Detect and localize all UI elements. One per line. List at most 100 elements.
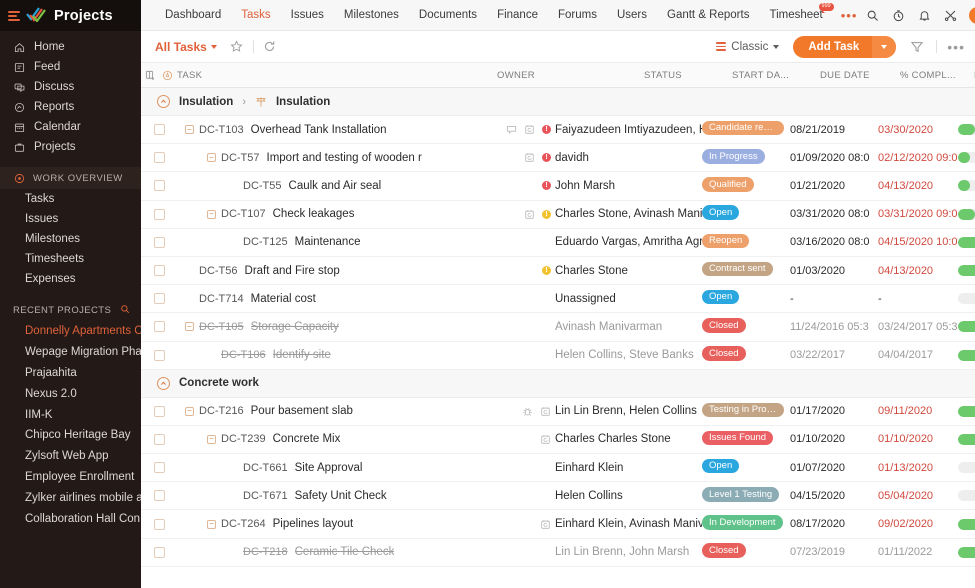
row-checkbox[interactable] [154,209,165,220]
funnel-icon[interactable] [910,40,924,54]
status-cell[interactable]: Reopen [702,234,790,252]
row-checkbox[interactable] [154,462,165,473]
due-date-cell[interactable]: 04/15/2020 10:0 [878,236,958,248]
table-row[interactable]: −DC-T105Storage CapacityAvinash Manivarm… [141,313,975,341]
owner-cell[interactable]: davidh [555,152,702,164]
start-date-cell[interactable]: 03/16/2020 08:0 [790,236,878,248]
owner-cell[interactable]: Charles Stone, Avinash Maniv [555,208,702,220]
due-date-cell[interactable]: 01/13/2020 [878,462,958,474]
row-checkbox[interactable] [154,547,165,558]
due-date-cell[interactable]: 01/11/2022 [878,546,958,558]
view-selector[interactable]: Classic [716,41,779,53]
task-cell[interactable]: DC-T218Ceramic Tile Check [177,546,497,558]
recent-project-item[interactable]: Employee Enrollment [0,467,141,488]
recurrence-icon[interactable] [540,519,551,530]
recurrence-icon[interactable] [524,152,535,163]
tab-timesheet[interactable]: Timesheet999 [759,9,832,21]
recent-project-item[interactable]: Collaboration Hall Con: [0,508,141,529]
add-task-button[interactable]: Add Task [793,36,896,58]
owner-cell[interactable]: Eduardo Vargas, Amritha Agra [555,236,702,248]
owner-cell[interactable]: Helen Collins [555,490,702,502]
sidebar-item-issues[interactable]: Issues [0,209,141,229]
row-checkbox[interactable] [154,124,165,135]
tab-finance[interactable]: Finance [487,9,548,21]
task-cell[interactable]: DC-T125Maintenance [177,236,497,248]
recent-project-item[interactable]: Zylker airlines mobile a [0,487,141,508]
header-task[interactable]: TASK [177,70,497,81]
start-date-cell[interactable]: 08/21/2019 [790,124,878,136]
table-row[interactable]: DC-T125Maintenance Eduardo Vargas, Amrith… [141,229,975,257]
tab-forums[interactable]: Forums [548,9,607,21]
task-cell[interactable]: −DC-T216Pour basement slab [177,405,497,417]
due-date-cell[interactable]: 04/04/2017 [878,349,958,361]
task-group-header[interactable]: Insulation›Insulation [141,88,975,116]
all-tasks-filter[interactable]: All Tasks [155,40,217,54]
start-date-cell[interactable]: 01/07/2020 [790,462,878,474]
task-cell[interactable]: −DC-T105Storage Capacity [177,321,497,333]
status-cell[interactable]: Qualified [702,177,790,195]
percent-complete-cell[interactable]: 100 % [958,547,975,558]
table-row[interactable]: DC-T56Draft and Fire stop!Charles StoneC… [141,257,975,285]
owner-cell[interactable]: Helen Collins, Steve Banks [555,349,702,361]
row-checkbox[interactable] [154,350,165,361]
status-cell[interactable]: Testing in Progr... [702,403,790,421]
row-checkbox[interactable] [154,321,165,332]
owner-cell[interactable]: Charles Stone [555,265,702,277]
more-icon[interactable]: ••• [947,39,965,55]
search-projects-icon[interactable] [120,304,130,317]
table-row[interactable]: DC-T671Safety Unit CheckHelen CollinsLev… [141,482,975,510]
expand-row-icon[interactable]: − [185,407,194,416]
due-date-cell[interactable]: 03/30/2020 [878,124,958,136]
header-owner[interactable]: OWNER [497,70,644,81]
task-cell[interactable]: −DC-T57Import and testing of wooden r [177,152,497,164]
status-cell[interactable]: Open [702,290,790,308]
owner-cell[interactable]: Einhard Klein [555,462,702,474]
percent-complete-cell[interactable]: 20 % [958,152,975,163]
tab-tasks[interactable]: Tasks [231,9,280,21]
table-row[interactable]: −DC-T264Pipelines layoutEinhard Klein, A… [141,510,975,538]
row-checkbox[interactable] [154,293,165,304]
owner-cell[interactable]: Faiyazudeen Imtiyazudeen, H [555,124,702,136]
sidebar-item-home[interactable]: Home [0,37,141,57]
row-checkbox[interactable] [154,265,165,276]
percent-complete-cell[interactable]: 100 % [958,321,975,332]
start-date-cell[interactable]: - [790,293,878,305]
table-row[interactable]: DC-T55Caulk and Air seal!John MarshQuali… [141,172,975,200]
status-cell[interactable]: Open [702,205,790,223]
recurrence-icon[interactable] [540,434,551,445]
sidebar-item-tasks[interactable]: Tasks [0,189,141,209]
recent-project-item[interactable]: Prajaahita [0,363,141,384]
sidebar-item-calendar[interactable]: Calendar [0,117,141,137]
timer-icon[interactable] [891,8,906,23]
comment-icon[interactable] [506,124,517,135]
start-date-cell[interactable]: 03/22/2017 [790,349,878,361]
expand-row-icon[interactable]: − [207,153,216,162]
start-date-cell[interactable]: 11/24/2016 05:3 [790,321,878,333]
priority-column-icon[interactable] [162,70,173,81]
status-cell[interactable]: In Progress [702,149,790,167]
task-cell[interactable]: −DC-T107Check leakages [177,208,497,220]
percent-complete-cell[interactable]: 30 % [958,124,975,135]
start-date-cell[interactable]: 01/17/2020 [790,405,878,417]
star-icon[interactable] [230,40,243,53]
recent-project-item[interactable]: Chipco Heritage Bay [0,425,141,446]
table-row[interactable]: DC-T661Site ApprovalEinhard KleinOpen01/… [141,454,975,482]
row-checkbox[interactable] [154,490,165,501]
row-checkbox[interactable] [154,434,165,445]
start-date-cell[interactable]: 01/03/2020 [790,265,878,277]
sidebar-item-expenses[interactable]: Expenses [0,269,141,289]
task-cell[interactable]: −DC-T103Overhead Tank Installation [177,124,497,136]
recurrence-icon[interactable] [524,124,535,135]
start-date-cell[interactable]: 08/17/2020 [790,518,878,530]
add-button[interactable]: + [969,7,975,24]
sidebar-section-work-overview[interactable]: WORK OVERVIEW [0,167,141,189]
task-cell[interactable]: DC-T714Material cost [177,293,497,305]
start-date-cell[interactable]: 01/10/2020 [790,433,878,445]
due-date-cell[interactable]: 02/12/2020 09:0 [878,152,958,164]
due-date-cell[interactable]: 04/13/2020 [878,180,958,192]
start-date-cell[interactable]: 03/31/2020 08:0 [790,208,878,220]
header-due-date[interactable]: DUE DATE [820,70,900,81]
tab-dashboard[interactable]: Dashboard [155,9,231,21]
owner-cell[interactable]: Charles Charles Stone [555,433,702,445]
menu-toggle-icon[interactable] [8,11,20,21]
